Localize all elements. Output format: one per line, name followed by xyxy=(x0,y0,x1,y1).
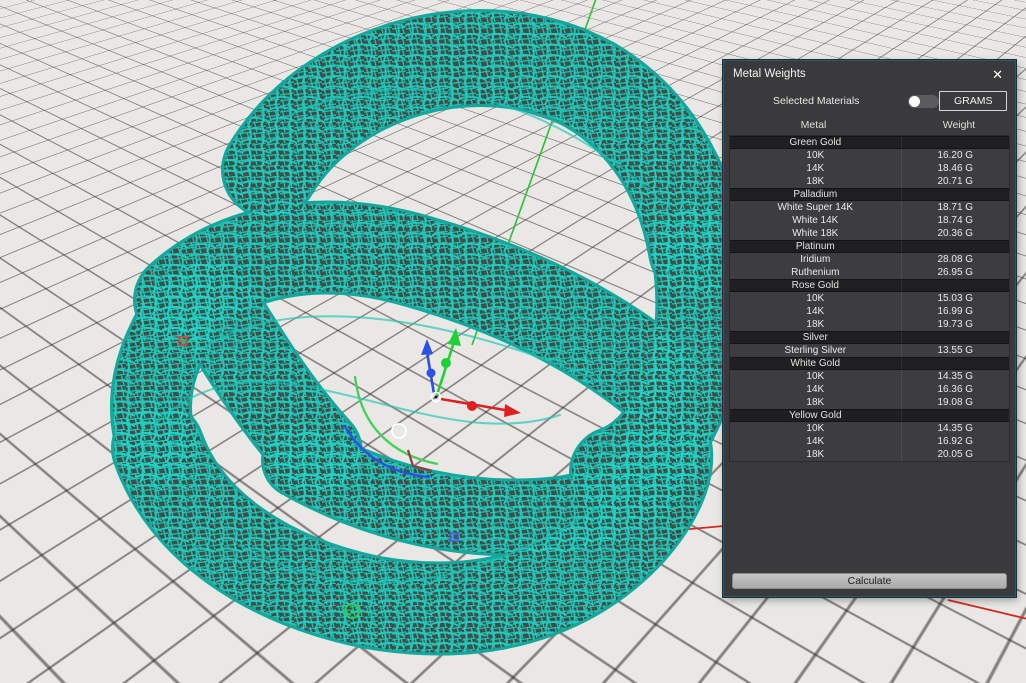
weight-cell: 18.74 G xyxy=(937,215,974,226)
metal-cell: 18K xyxy=(730,318,902,331)
metal-cell: 14K xyxy=(730,383,902,396)
metal-cell: Sterling Silver xyxy=(730,344,902,357)
weight-row[interactable]: White 14K 18.74 G xyxy=(730,214,1009,227)
category-row[interactable]: White Gold xyxy=(730,357,1009,370)
metal-cell: White 14K xyxy=(730,214,902,227)
weight-cell: 13.55 G xyxy=(937,345,974,356)
gumball-rotation-handle[interactable] xyxy=(391,423,407,439)
metal-cell: White Gold xyxy=(730,358,902,369)
metal-cell: White Super 14K xyxy=(730,201,902,214)
weight-cell: 20.36 G xyxy=(937,228,974,239)
metal-cell: Iridium xyxy=(730,253,902,266)
weight-row[interactable]: Sterling Silver 13.55 G xyxy=(730,344,1009,357)
metal-cell: Palladium xyxy=(730,189,902,200)
metal-cell: 10K xyxy=(730,292,902,305)
weight-row[interactable]: 14K 18.46 G xyxy=(730,162,1009,175)
gumball-z-arrow[interactable] xyxy=(421,339,436,395)
weight-row[interactable]: White Super 14K 18.71 G xyxy=(730,201,1009,214)
panel-header: Metal Weights ✕ xyxy=(724,61,1015,87)
metal-cell: 18K xyxy=(730,448,902,461)
category-row[interactable]: Yellow Gold xyxy=(730,409,1009,422)
weight-row[interactable]: 10K 14.35 G xyxy=(730,422,1009,435)
metal-cell: 18K xyxy=(730,396,902,409)
category-row[interactable]: Platinum xyxy=(730,240,1009,253)
panel-title: Metal Weights xyxy=(733,68,806,80)
close-icon[interactable]: ✕ xyxy=(989,66,1006,83)
weight-row[interactable]: 10K 15.03 G xyxy=(730,292,1009,305)
red-point-marker[interactable] xyxy=(178,336,188,346)
weight-cell: 16.20 G xyxy=(937,150,974,161)
weight-cell: 19.08 G xyxy=(937,397,974,408)
weight-row[interactable]: 10K 14.35 G xyxy=(730,370,1009,383)
category-row[interactable]: Palladium xyxy=(730,188,1009,201)
weight-row[interactable]: 10K 16.20 G xyxy=(730,149,1009,162)
weight-row[interactable]: 14K 16.36 G xyxy=(730,383,1009,396)
gumball-origin[interactable] xyxy=(430,391,442,403)
weight-cell: 14.35 G xyxy=(937,371,974,382)
category-row[interactable]: Rose Gold xyxy=(730,279,1009,292)
weight-cell: 16.99 G xyxy=(937,306,974,317)
weight-cell: 28.08 G xyxy=(937,254,974,265)
weight-cell xyxy=(902,137,1009,148)
metal-cell: Silver xyxy=(730,332,902,343)
metal-cell: Rose Gold xyxy=(730,280,902,291)
metal-cell: 14K xyxy=(730,435,902,448)
weight-row[interactable]: 18K 20.05 G xyxy=(730,448,1009,461)
weight-row[interactable]: 18K 19.08 G xyxy=(730,396,1009,409)
metal-cell: White 18K xyxy=(730,227,902,240)
weight-column-header: Weight xyxy=(942,119,976,131)
category-row[interactable]: Silver xyxy=(730,331,1009,344)
metal-cell: Green Gold xyxy=(730,137,902,148)
weight-cell xyxy=(902,280,1009,291)
calculate-button[interactable]: Calculate xyxy=(732,573,1007,589)
weight-cell: 18.46 G xyxy=(937,163,974,174)
metal-cell: Ruthenium xyxy=(730,266,902,279)
metal-column-header: Metal xyxy=(800,119,827,131)
weight-row[interactable]: Ruthenium 26.95 G xyxy=(730,266,1009,279)
weight-cell: 16.92 G xyxy=(937,436,974,447)
weight-cell: 26.95 G xyxy=(937,267,974,278)
weight-cell xyxy=(902,410,1009,421)
weight-row[interactable]: 18K 19.73 G xyxy=(730,318,1009,331)
metal-weights-panel: Metal Weights ✕ Selected Materials GRAMS… xyxy=(723,60,1016,597)
materials-controls: Selected Materials GRAMS xyxy=(724,89,1015,113)
toggle-knob-icon xyxy=(909,95,921,107)
metal-cell: 10K xyxy=(730,422,902,435)
weight-row[interactable]: 14K 16.99 G xyxy=(730,305,1009,318)
gumball-x-arrow[interactable] xyxy=(440,397,521,417)
table-column-headers: Metal Weight xyxy=(724,117,1015,133)
metal-cell: 14K xyxy=(730,305,902,318)
weight-cell xyxy=(902,241,1009,252)
weight-cell: 16.36 G xyxy=(937,384,974,395)
viewport[interactable]: Metal Weights ✕ Selected Materials GRAMS… xyxy=(0,0,1026,683)
metal-cell: 14K xyxy=(730,162,902,175)
selected-materials-toggle[interactable] xyxy=(908,94,940,108)
gumball xyxy=(342,328,521,479)
selected-materials-label: Selected Materials xyxy=(773,95,860,107)
weight-cell: 20.71 G xyxy=(937,176,974,187)
model-wireframe[interactable] xyxy=(150,58,701,608)
metal-cell: 10K xyxy=(730,370,902,383)
metal-cell: Yellow Gold xyxy=(730,410,902,421)
weight-cell: 20.05 G xyxy=(937,449,974,460)
category-row[interactable]: Green Gold xyxy=(730,136,1009,149)
weight-cell: 14.35 G xyxy=(937,423,974,434)
weight-row[interactable]: 18K 20.71 G xyxy=(730,175,1009,188)
gumball-y-arrow[interactable] xyxy=(435,328,461,396)
weight-row[interactable]: Iridium 28.08 G xyxy=(730,253,1009,266)
weight-cell: 15.03 G xyxy=(937,293,974,304)
metal-cell: 18K xyxy=(730,175,902,188)
blue-point-marker[interactable] xyxy=(449,532,459,542)
metal-cell: Platinum xyxy=(730,241,902,252)
weight-row[interactable]: White 18K 20.36 G xyxy=(730,227,1009,240)
weights-table-body: Green Gold 10K 16.20 G 14K 18.46 G 18K 20.71 G… xyxy=(729,135,1010,462)
units-button[interactable]: GRAMS xyxy=(939,91,1007,111)
weight-cell xyxy=(902,332,1009,343)
weight-cell xyxy=(902,358,1009,369)
weight-cell: 18.71 G xyxy=(937,202,974,213)
weight-cell: 19.73 G xyxy=(937,319,974,330)
weight-row[interactable]: 14K 16.92 G xyxy=(730,435,1009,448)
weight-cell xyxy=(902,189,1009,200)
metal-cell: 10K xyxy=(730,149,902,162)
